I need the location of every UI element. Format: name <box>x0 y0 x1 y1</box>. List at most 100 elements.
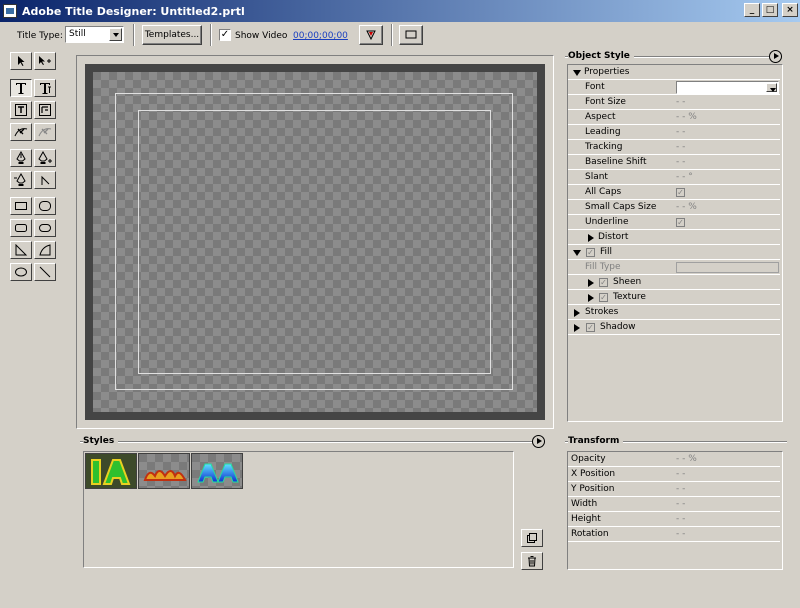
baseline-shift-label: Baseline Shift <box>585 157 647 167</box>
sheen-checkbox[interactable]: ✓ <box>599 278 608 287</box>
font-size-label: Font Size <box>585 97 626 107</box>
convert-anchor-point-tool[interactable] <box>34 171 56 189</box>
aspect-value[interactable]: - - % <box>676 110 697 125</box>
window-title: Adobe Title Designer: Untitled2.prtl <box>22 4 245 18</box>
leading-value[interactable]: - - <box>676 125 685 140</box>
underline-checkbox[interactable]: ✓ <box>676 218 685 227</box>
collapse-triangle-icon[interactable] <box>573 250 581 256</box>
add-anchor-point-tool[interactable] <box>34 149 56 167</box>
width-row[interactable]: Width - - <box>568 497 780 512</box>
height-row[interactable]: Height - - <box>568 512 780 527</box>
properties-label: Properties <box>584 67 630 77</box>
sheen-label: Sheen <box>613 277 642 287</box>
opacity-label: Opacity <box>571 454 606 464</box>
wedge-tool[interactable] <box>10 241 32 259</box>
distort-row[interactable]: Distort <box>568 230 780 245</box>
rotation-tool[interactable] <box>34 52 56 70</box>
title-canvas[interactable] <box>93 72 537 412</box>
type-tool[interactable] <box>10 79 32 97</box>
fill-row[interactable]: ✓ Fill <box>568 245 780 260</box>
vertical-type-tool[interactable] <box>34 79 56 97</box>
font-size-row[interactable]: Font Size - - <box>568 95 780 110</box>
aspect-row[interactable]: Aspect - - % <box>568 110 780 125</box>
rounded-rectangle-tool[interactable] <box>34 219 56 237</box>
type-t-icon <box>16 83 26 94</box>
style-swatch-2[interactable] <box>138 453 190 489</box>
fill-type-label: Fill Type <box>585 262 621 272</box>
style-swatch-1[interactable] <box>85 453 137 489</box>
expand-triangle-icon[interactable] <box>588 294 594 302</box>
delete-anchor-point-tool[interactable] <box>10 171 32 189</box>
area-type-tool[interactable] <box>10 101 32 119</box>
close-button[interactable]: × <box>782 3 798 17</box>
slant-value[interactable]: - - ° <box>676 170 693 185</box>
slant-row[interactable]: Slant - - ° <box>568 170 780 185</box>
fill-checkbox[interactable]: ✓ <box>586 248 595 257</box>
x-position-value[interactable]: - - <box>676 467 685 482</box>
tracking-row[interactable]: Tracking - - <box>568 140 780 155</box>
all-caps-checkbox[interactable]: ✓ <box>676 188 685 197</box>
expand-triangle-icon[interactable] <box>588 234 594 242</box>
vertical-area-type-tool[interactable] <box>34 101 56 119</box>
font-size-value[interactable]: - - <box>676 95 685 110</box>
texture-checkbox[interactable]: ✓ <box>599 293 608 302</box>
baseline-shift-value[interactable]: - - <box>676 155 685 170</box>
expand-triangle-icon[interactable] <box>574 309 580 317</box>
opacity-value[interactable]: - - % <box>676 452 697 467</box>
clipped-corner-rectangle-tool[interactable] <box>10 219 32 237</box>
timecode-display[interactable]: 00;00;00;00 <box>293 31 348 41</box>
expand-triangle-icon[interactable] <box>574 324 580 332</box>
line-tool[interactable] <box>34 263 56 281</box>
rectangle-tool[interactable] <box>10 197 32 215</box>
width-value[interactable]: - - <box>676 497 685 512</box>
styles-menu-button[interactable] <box>532 435 545 448</box>
collapse-triangle-icon[interactable] <box>573 70 581 76</box>
new-style-button[interactable] <box>521 529 543 547</box>
rounded-corner-rectangle-tool[interactable] <box>34 197 56 215</box>
templates-button[interactable]: Templates... <box>142 25 202 45</box>
tracking-value[interactable]: - - <box>676 140 685 155</box>
strokes-row[interactable]: Strokes <box>568 305 780 320</box>
texture-row[interactable]: ✓ Texture <box>568 290 780 305</box>
font-dropdown[interactable] <box>676 81 779 94</box>
delete-style-button[interactable] <box>521 552 543 570</box>
window-title-bar[interactable]: Adobe Title Designer: Untitled2.prtl _ □… <box>0 0 800 22</box>
shadow-checkbox[interactable]: ✓ <box>586 323 595 332</box>
selection-tool[interactable] <box>10 52 32 70</box>
leading-row[interactable]: Leading - - <box>568 125 780 140</box>
path-type-tool[interactable] <box>10 123 32 141</box>
transform-panel: Opacity - - % X Position - - Y Position … <box>567 451 783 570</box>
show-video-checkbox[interactable]: ✓ <box>219 29 231 41</box>
maximize-button[interactable]: □ <box>762 3 778 17</box>
small-caps-size-label: Small Caps Size <box>585 202 657 212</box>
object-style-menu-button[interactable] <box>769 50 782 63</box>
sheen-row[interactable]: ✓ Sheen <box>568 275 780 290</box>
small-caps-size-value[interactable]: - - % <box>676 200 697 215</box>
rotation-value[interactable]: - - <box>676 527 685 542</box>
y-position-value[interactable]: - - <box>676 482 685 497</box>
y-position-row[interactable]: Y Position - - <box>568 482 780 497</box>
sync-to-timeline-button[interactable] <box>359 25 383 45</box>
rotation-row[interactable]: Rotation - - <box>568 527 780 542</box>
baseline-shift-row[interactable]: Baseline Shift - - <box>568 155 780 170</box>
title-safe-toggle-button[interactable] <box>399 25 423 45</box>
title-type-dropdown[interactable]: Still <box>65 26 124 43</box>
minimize-button[interactable]: _ <box>744 3 760 17</box>
height-value[interactable]: - - <box>676 512 685 527</box>
small-caps-size-row[interactable]: Small Caps Size - - % <box>568 200 780 215</box>
clipped-rect-icon <box>15 224 27 232</box>
x-position-row[interactable]: X Position - - <box>568 467 780 482</box>
arc-tool[interactable] <box>34 241 56 259</box>
chevron-down-icon <box>109 28 122 41</box>
pen-tool[interactable] <box>10 149 32 167</box>
styles-title: Styles <box>83 436 119 446</box>
opacity-row[interactable]: Opacity - - % <box>568 452 780 467</box>
fill-type-dropdown[interactable] <box>676 262 779 273</box>
title-safe-margin <box>138 110 491 374</box>
ellipse-tool[interactable] <box>10 263 32 281</box>
shadow-row[interactable]: ✓ Shadow <box>568 320 780 335</box>
expand-triangle-icon[interactable] <box>588 279 594 287</box>
style-swatch-3[interactable] <box>191 453 243 489</box>
properties-row[interactable]: Properties <box>568 65 780 80</box>
vertical-path-type-tool[interactable] <box>34 123 56 141</box>
